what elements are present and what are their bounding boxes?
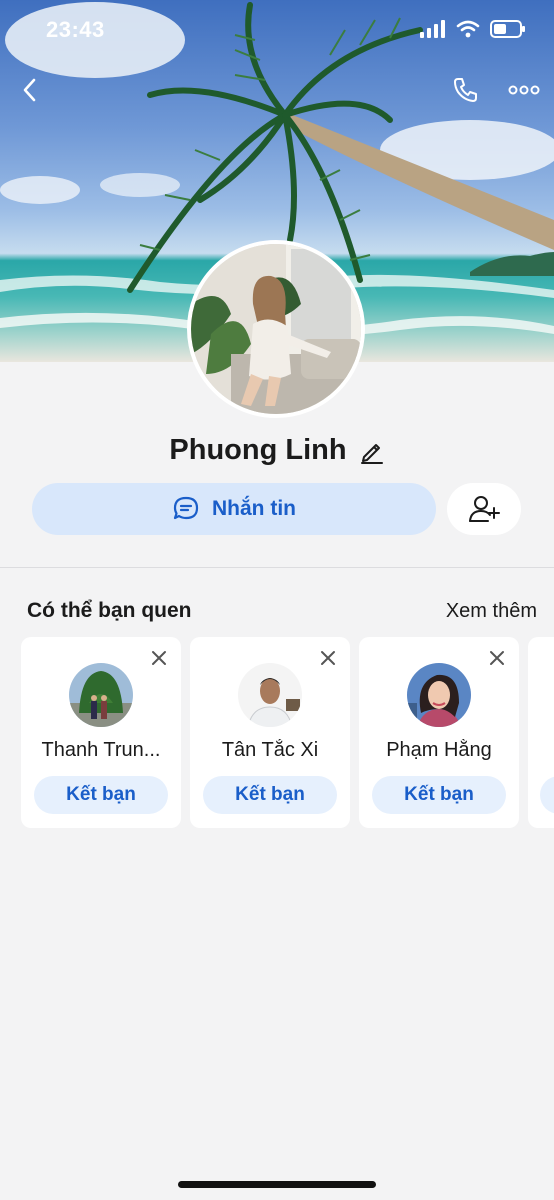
profile-name-row: Phuong Linh (0, 434, 554, 467)
add-friend-suggestion-button-partial[interactable] (540, 776, 554, 814)
back-button[interactable] (10, 70, 50, 110)
suggestion-photo (238, 663, 302, 727)
suggestion-avatar (238, 663, 302, 727)
status-bar: 23:43 (0, 0, 554, 60)
more-button[interactable] (504, 70, 544, 110)
profile-photo (191, 244, 361, 414)
status-icons (420, 20, 526, 38)
suggestion-avatar (69, 663, 133, 727)
suggestion-name: Thanh Trun... (41, 739, 161, 761)
suggestion-card[interactable]: Phạm Hằng Kết bạn (359, 637, 519, 828)
battery-icon (490, 20, 525, 38)
chat-bubble-icon (173, 496, 199, 520)
close-icon[interactable] (150, 649, 168, 667)
signal-icon (420, 20, 445, 38)
profile-avatar[interactable] (187, 240, 365, 418)
suggestion-card[interactable]: Tân Tắc Xi Kết bạn (190, 637, 350, 828)
back-icon (23, 78, 36, 102)
suggestion-name: Tân Tắc Xi (221, 739, 319, 761)
more-icon (508, 85, 540, 95)
status-time: 23:43 (46, 17, 105, 42)
suggestion-photo (69, 663, 133, 727)
add-friend-button[interactable] (447, 483, 521, 535)
add-friend-icon (469, 496, 500, 522)
message-button[interactable]: Nhắn tin (32, 483, 436, 535)
home-indicator[interactable] (178, 1181, 376, 1188)
suggestion-photo (407, 663, 471, 727)
suggestion-name: Phạm Hằng (386, 739, 492, 761)
profile-name: Phuong Linh (169, 434, 347, 466)
edit-icon (360, 443, 383, 464)
edit-name-button[interactable] (359, 438, 385, 464)
see-more-link[interactable]: Xem thêm (446, 600, 537, 623)
wifi-icon (456, 20, 480, 38)
section-divider (0, 567, 554, 568)
suggestion-avatar (407, 663, 471, 727)
suggestion-card[interactable]: Thanh Trun... Kết bạn (21, 637, 181, 828)
add-friend-suggestion-button[interactable]: Kết bạn (203, 776, 337, 814)
call-button[interactable] (446, 70, 486, 110)
suggestions-title: Có thể bạn quen (27, 599, 192, 622)
close-icon[interactable] (319, 649, 337, 667)
message-label: Nhắn tin (212, 497, 296, 520)
phone-icon (454, 78, 477, 102)
close-icon[interactable] (488, 649, 506, 667)
add-friend-suggestion-button[interactable]: Kết bạn (372, 776, 506, 814)
add-friend-suggestion-button[interactable]: Kết bạn (34, 776, 168, 814)
suggestion-card-partial[interactable] (528, 637, 554, 828)
